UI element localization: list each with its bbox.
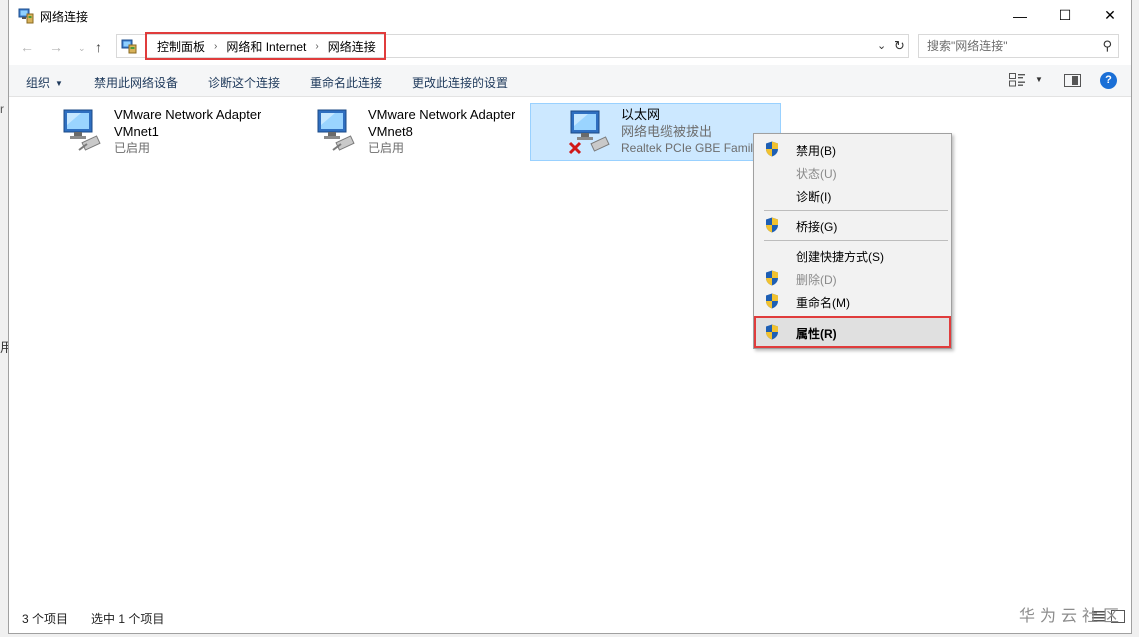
change-view-icon[interactable]	[1009, 73, 1025, 87]
command-bar: 组织 ▼ 禁用此网络设备 诊断这个连接 重命名此连接 更改此连接的设置 ▼ ?	[9, 65, 1131, 97]
explorer-window: 网络连接 — ☐ ✕ ← → ⌄ ↑ 控制面板 › 网络和 Internet ›…	[8, 0, 1132, 634]
connections-list: VMware Network Adapter VMnet1 已启用 VMware…	[9, 98, 1131, 598]
forward-button[interactable]: →	[49, 39, 63, 55]
view-options-dropdown[interactable]: ▼	[1035, 75, 1043, 84]
status-bar: 3 个项目 选中 1 个项目	[9, 606, 1131, 628]
menu-item-create-shortcut[interactable]: 创建快捷方式(S)	[756, 244, 949, 266]
menu-item-status[interactable]: 状态(U)	[756, 161, 949, 183]
breadcrumb-network-and-internet[interactable]: 网络和 Internet	[226, 38, 306, 55]
menu-item-label: 桥接(G)	[796, 220, 838, 234]
close-button[interactable]: ✕	[1087, 0, 1133, 31]
breadcrumb-separator[interactable]: ›	[214, 41, 217, 52]
adapter-name: VMware Network Adapter	[368, 107, 516, 122]
watermark: 华为云社区	[1019, 608, 1125, 625]
menu-item-disable[interactable]: 禁用(B)	[756, 138, 949, 160]
adapter-status: 已启用	[114, 141, 151, 155]
background-window-edge-text: r	[0, 102, 4, 116]
menu-item-bridge[interactable]: 桥接(G)	[756, 214, 949, 236]
recent-locations-button[interactable]: ⌄	[78, 43, 86, 54]
refresh-button[interactable]: ↻	[894, 38, 905, 54]
menu-separator	[764, 210, 948, 211]
minimize-button[interactable]: —	[997, 0, 1043, 31]
adapter-name: 以太网	[621, 107, 661, 122]
back-button[interactable]: ←	[20, 39, 34, 55]
menu-item-delete[interactable]: 删除(D)	[756, 267, 949, 289]
adapter-device: VMnet8	[368, 124, 413, 139]
search-box: ⚲	[918, 34, 1119, 58]
window-title: 网络连接	[40, 10, 89, 24]
menu-item-diagnose[interactable]: 诊断(I)	[756, 184, 949, 206]
organize-label: 组织	[26, 76, 51, 90]
network-adapter-icon	[63, 109, 101, 151]
menu-item-label: 重命名(M)	[796, 296, 850, 310]
uac-shield-icon	[766, 217, 778, 233]
adapter-name: VMware Network Adapter	[114, 107, 262, 122]
search-icon[interactable]: ⚲	[1102, 38, 1112, 54]
change-settings-button[interactable]: 更改此连接的设置	[412, 74, 508, 91]
preview-pane-icon[interactable]	[1064, 74, 1081, 87]
help-icon[interactable]: ?	[1100, 72, 1117, 89]
address-bar[interactable]: 控制面板 › 网络和 Internet › 网络连接 ⌄ ↻	[116, 32, 909, 60]
adapter-text: VMware Network Adapter VMnet1 已启用	[114, 106, 261, 157]
control-panel-icon	[121, 39, 137, 54]
context-menu: 禁用(B) 状态(U) 诊断(I) 桥接(G) 创建快捷方式(S) 删除(D) …	[753, 133, 952, 349]
disable-device-button[interactable]: 禁用此网络设备	[94, 74, 178, 91]
menu-item-label: 属性(R)	[796, 327, 837, 341]
adapter-ethernet[interactable]: 以太网 网络电缆被拔出 Realtek PCIe GBE Family Cont…	[530, 103, 781, 161]
breadcrumb-network-connections[interactable]: 网络连接	[328, 38, 376, 55]
menu-item-label: 状态(U)	[796, 167, 837, 181]
address-history-dropdown[interactable]: ⌄	[877, 39, 886, 52]
maximize-button[interactable]: ☐	[1042, 0, 1088, 31]
adapter-device: VMnet1	[114, 124, 159, 139]
menu-item-label: 创建快捷方式(S)	[796, 250, 884, 264]
adapter-vmnet8[interactable]: VMware Network Adapter VMnet8 已启用	[313, 103, 553, 161]
menu-separator	[764, 240, 948, 241]
uac-shield-icon	[766, 293, 778, 309]
menu-item-label: 禁用(B)	[796, 144, 836, 158]
chevron-down-icon: ▼	[55, 79, 63, 88]
selected-count: 选中 1 个项目	[91, 612, 165, 626]
menu-item-rename[interactable]: 重命名(M)	[756, 290, 949, 312]
uac-shield-icon	[766, 141, 778, 157]
menu-item-label: 删除(D)	[796, 273, 837, 287]
adapter-vmnet1[interactable]: VMware Network Adapter VMnet1 已启用	[59, 103, 299, 161]
network-connections-icon	[18, 8, 34, 24]
diagnose-connection-button[interactable]: 诊断这个连接	[208, 74, 280, 91]
breadcrumb-control-panel[interactable]: 控制面板	[157, 38, 205, 55]
adapter-text: VMware Network Adapter VMnet8 已启用	[368, 106, 515, 157]
organize-menu-button[interactable]: 组织 ▼	[26, 74, 63, 91]
item-count: 3 个项目	[22, 612, 69, 626]
address-row: ← → ⌄ ↑ 控制面板 › 网络和 Internet › 网络连接 ⌄ ↻ ⚲	[9, 31, 1131, 65]
adapter-status: 已启用	[368, 141, 405, 155]
title-bar: 网络连接 — ☐ ✕	[9, 0, 1131, 31]
up-button[interactable]: ↑	[95, 39, 102, 55]
menu-item-label: 诊断(I)	[796, 190, 832, 204]
menu-item-properties[interactable]: 属性(R)	[754, 316, 951, 348]
uac-shield-icon	[766, 270, 778, 286]
network-adapter-icon	[317, 109, 355, 151]
breadcrumb: 控制面板 › 网络和 Internet › 网络连接	[145, 32, 386, 60]
search-input[interactable]	[919, 35, 1089, 57]
breadcrumb-separator[interactable]: ›	[315, 41, 318, 52]
uac-shield-icon	[766, 324, 778, 340]
rename-connection-button[interactable]: 重命名此连接	[310, 74, 382, 91]
network-adapter-disconnected-icon	[568, 110, 610, 155]
